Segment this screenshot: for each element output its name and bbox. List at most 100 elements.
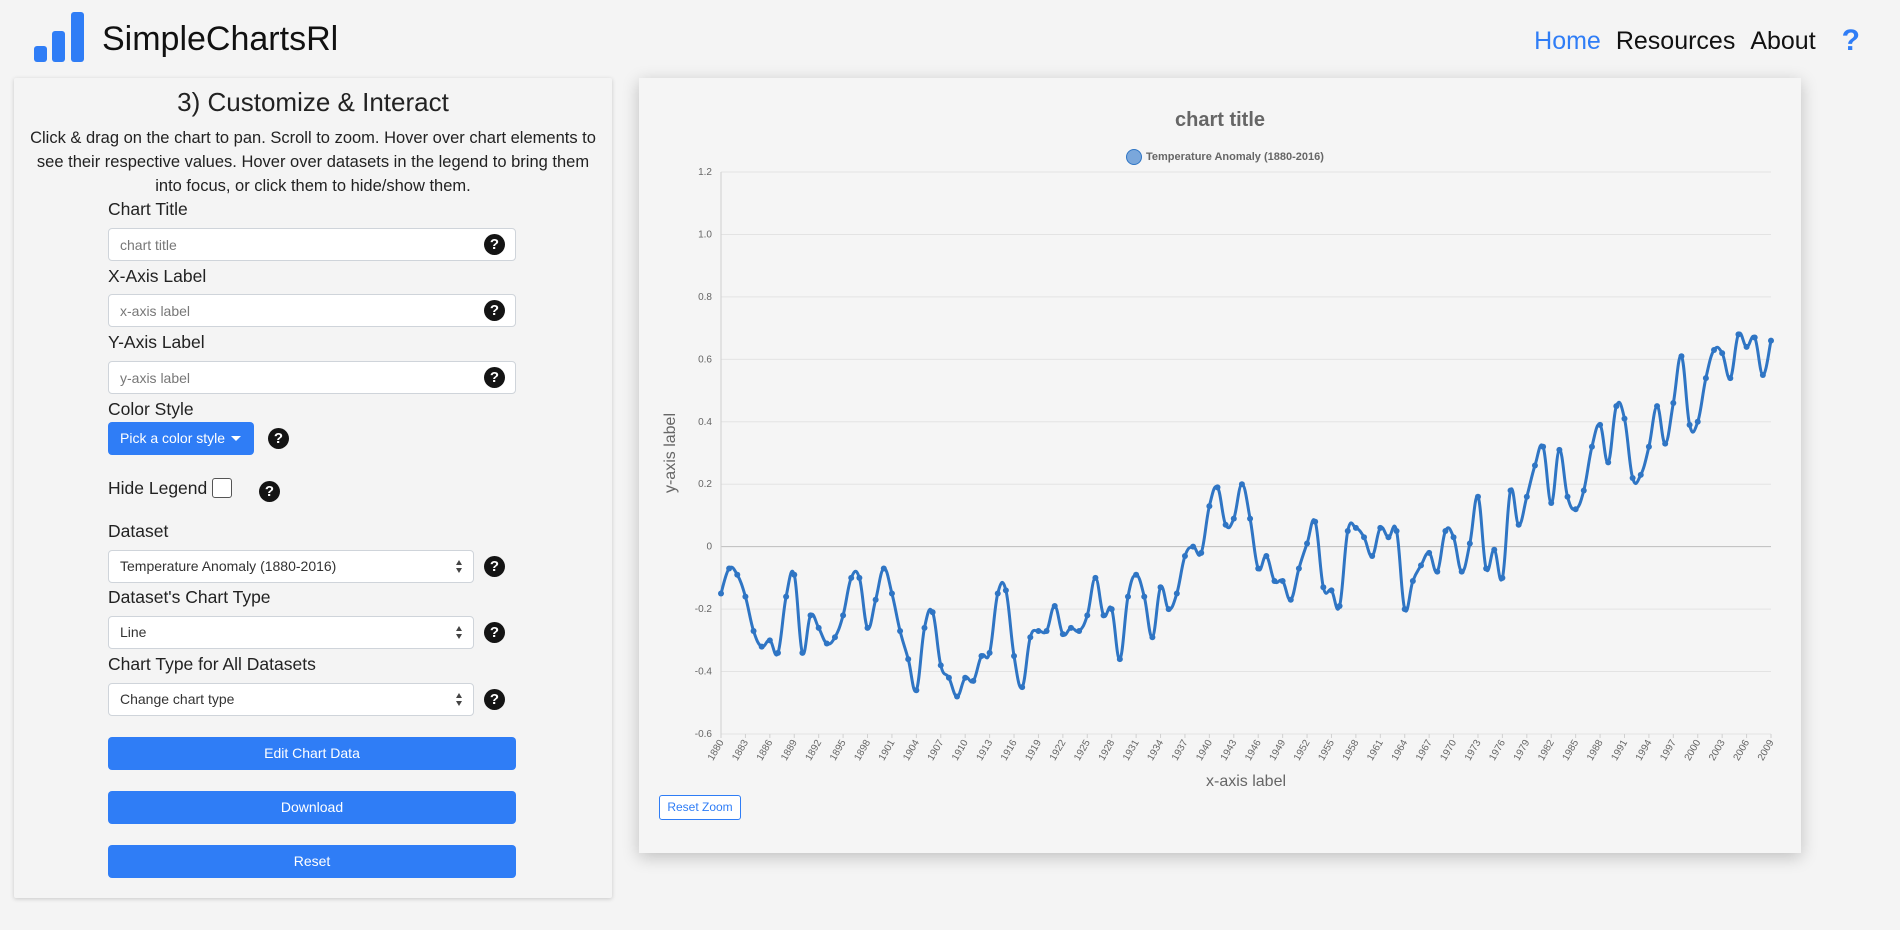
data-point: [1084, 612, 1091, 619]
x-tick-label: 1958: [1341, 738, 1362, 763]
data-point: [1295, 565, 1302, 572]
color-style-button-label: Pick a color style: [120, 430, 226, 446]
dataset-chart-type-label: Dataset's Chart Type: [108, 587, 271, 607]
data-point: [1051, 602, 1058, 609]
all-chart-type-select[interactable]: Change chart type: [108, 683, 474, 716]
data-point: [1474, 493, 1481, 500]
data-point: [1344, 528, 1351, 535]
y-axis-label-label: Y-Axis Label: [108, 332, 205, 352]
panel-description: Click & drag on the chart to pan. Scroll…: [30, 129, 596, 195]
x-tick-label: 1940: [1194, 738, 1215, 763]
help-question-icon[interactable]: ?: [1842, 24, 1860, 58]
data-point: [1336, 602, 1343, 609]
data-point: [1678, 353, 1685, 360]
all-chart-type-help-icon[interactable]: ?: [484, 689, 505, 710]
x-tick-label: 1916: [999, 738, 1020, 763]
data-point: [1768, 337, 1774, 344]
y-tick-label: 0.8: [698, 292, 712, 303]
select-arrows-icon: [456, 693, 463, 707]
x-tick-label: 1913: [975, 738, 996, 763]
brand[interactable]: [34, 12, 88, 62]
data-point: [1222, 521, 1229, 528]
hide-legend-checkbox[interactable]: [212, 478, 232, 498]
x-tick-label: 1883: [730, 738, 751, 763]
nav-about-link[interactable]: About: [1750, 27, 1815, 56]
x-axis-help-icon[interactable]: ?: [484, 300, 505, 321]
data-point: [937, 662, 944, 669]
dataset-help-icon[interactable]: ?: [484, 556, 505, 577]
x-tick-label: 1901: [877, 738, 898, 763]
data-point: [1092, 574, 1099, 581]
data-point: [766, 637, 773, 644]
data-point: [1426, 549, 1433, 556]
download-button[interactable]: Download: [108, 791, 516, 824]
data-point: [986, 649, 993, 656]
data-point: [1076, 627, 1083, 634]
all-chart-type-value: Change chart type: [120, 691, 235, 707]
data-point: [1011, 652, 1018, 659]
dataset-chart-type-select[interactable]: Line: [108, 616, 474, 649]
data-point: [921, 624, 928, 631]
data-point: [1116, 656, 1123, 663]
data-point: [1263, 553, 1270, 560]
data-point: [1206, 503, 1213, 510]
x-tick-label: 1991: [1609, 738, 1630, 763]
color-style-help-icon[interactable]: ?: [268, 428, 289, 449]
nav-home-link[interactable]: Home: [1534, 27, 1601, 56]
line-chart[interactable]: -0.6-0.4-0.200.20.40.60.81.01.21880 1883 1…: [639, 78, 1801, 853]
reset-button[interactable]: Reset: [108, 845, 516, 878]
x-tick-label: 1988: [1585, 738, 1606, 763]
x-tick-label: 1970: [1439, 738, 1460, 763]
data-point: [1002, 587, 1009, 594]
x-tick-label: 1898: [852, 738, 873, 763]
x-tick-label: 1889: [779, 738, 800, 763]
data-point: [1662, 440, 1669, 447]
data-point: [1458, 568, 1465, 575]
x-tick-label: 2003: [1707, 738, 1728, 763]
x-tick-label: 1982: [1536, 738, 1557, 763]
data-point: [1304, 540, 1311, 547]
data-point: [807, 612, 814, 619]
dataset-select[interactable]: Temperature Anomaly (1880-2016): [108, 550, 474, 583]
brand-name[interactable]: SimpleChartsRl: [102, 20, 338, 59]
data-point: [970, 677, 977, 684]
data-point: [799, 649, 806, 656]
data-point: [1556, 446, 1563, 453]
data-point: [1613, 403, 1620, 410]
data-point: [1645, 443, 1652, 450]
y-axis-label-input[interactable]: [108, 361, 516, 394]
data-point: [1572, 506, 1579, 513]
x-tick-label: 1880: [706, 738, 727, 763]
hide-legend-help-icon[interactable]: ?: [259, 481, 280, 502]
data-point: [831, 634, 838, 641]
chart-title-help-icon[interactable]: ?: [484, 234, 505, 255]
x-tick-label: 1976: [1487, 738, 1508, 763]
dataset-chart-type-help-icon[interactable]: ?: [484, 622, 505, 643]
data-point: [1393, 528, 1400, 535]
data-point: [1507, 487, 1514, 494]
data-point: [929, 609, 936, 616]
y-tick-label: 1.2: [698, 167, 712, 178]
x-tick-label: 1931: [1121, 738, 1142, 763]
y-tick-label: 1.0: [698, 229, 712, 240]
data-point: [1597, 421, 1604, 428]
data-point: [897, 627, 904, 634]
x-tick-label: 1979: [1512, 738, 1533, 763]
data-point: [734, 571, 741, 578]
x-axis-label-input[interactable]: [108, 294, 516, 327]
data-point: [888, 590, 895, 597]
color-style-label: Color Style: [108, 399, 194, 419]
chart-legend-item[interactable]: Temperature Anomaly (1880-2016): [1126, 149, 1324, 165]
chart-title-input[interactable]: [108, 228, 516, 261]
edit-chart-data-button[interactable]: Edit Chart Data: [108, 737, 516, 770]
data-point: [1100, 612, 1107, 619]
color-style-dropdown-button[interactable]: Pick a color style: [108, 422, 254, 455]
data-point: [815, 624, 822, 631]
nav-resources-link[interactable]: Resources: [1616, 27, 1736, 56]
data-point: [1035, 627, 1042, 634]
reset-zoom-button[interactable]: Reset Zoom: [659, 795, 741, 820]
data-point: [1702, 375, 1709, 382]
y-axis-help-icon[interactable]: ?: [484, 367, 505, 388]
x-axis-label-label: X-Axis Label: [108, 266, 207, 286]
legend-label: Temperature Anomaly (1880-2016): [1146, 151, 1324, 163]
